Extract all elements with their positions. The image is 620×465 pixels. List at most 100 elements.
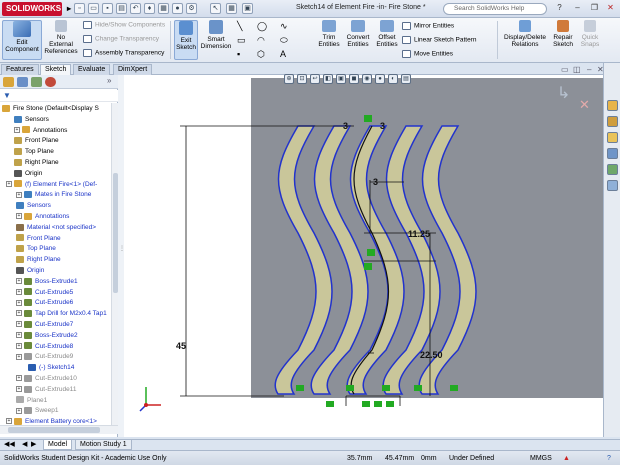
spline-tool-icon[interactable]: ∿: [280, 22, 288, 31]
line-tool-icon[interactable]: ╲: [237, 22, 242, 31]
appearances-icon[interactable]: [607, 164, 618, 175]
file-explorer-icon[interactable]: [607, 132, 618, 143]
resources-icon[interactable]: [607, 100, 618, 111]
convert-entities-button[interactable]: Convert Entities: [344, 20, 372, 48]
minimize-button[interactable]: –: [573, 3, 582, 13]
relation-marker[interactable]: [367, 249, 375, 256]
tree-item[interactable]: Front Plane: [14, 136, 59, 146]
assembly-transparency-button[interactable]: Assembly Transparency: [83, 49, 164, 58]
tree-item[interactable]: Sensors: [16, 201, 51, 211]
expand-icon[interactable]: +: [16, 332, 22, 339]
move-entities-button[interactable]: Move Entities: [402, 50, 453, 59]
relation-marker[interactable]: [364, 263, 372, 270]
expand-icon[interactable]: +: [16, 386, 22, 393]
display-delete-relations-button[interactable]: Display/Delete Relations: [502, 20, 548, 48]
tree-item[interactable]: + (f) Element Fire<1> (Def-: [6, 180, 97, 190]
tree-vertical-scrollbar[interactable]: [111, 103, 118, 425]
relation-marker[interactable]: [414, 385, 422, 391]
tree-item[interactable]: Top Plane: [14, 147, 54, 157]
polygon-tool-icon[interactable]: ⬡: [257, 50, 265, 59]
view-options-icon[interactable]: ▣: [242, 3, 253, 14]
expand-icon[interactable]: +: [16, 288, 22, 295]
tree-item[interactable]: + Cut-Extrude5: [16, 288, 73, 298]
smart-dimension-button[interactable]: Smart Dimension: [200, 20, 232, 50]
tile-view-icon[interactable]: ◫: [573, 65, 581, 74]
tree-item[interactable]: + Sweep1: [16, 406, 59, 416]
relation-marker[interactable]: [382, 385, 390, 391]
scroll-thumb[interactable]: [8, 427, 100, 433]
relation-marker[interactable]: [296, 385, 304, 391]
tree-item[interactable]: + Boss-Extrude1: [16, 277, 78, 287]
tree-item[interactable]: Material <not specified>: [16, 223, 96, 233]
expand-panel-icon[interactable]: »: [107, 76, 111, 85]
edit-component-button[interactable]: Edit Component: [2, 20, 42, 60]
expand-icon[interactable]: +: [16, 299, 22, 306]
relation-marker[interactable]: [450, 385, 458, 391]
offset-entities-button[interactable]: Offset Entities: [374, 20, 400, 48]
relation-marker[interactable]: [364, 115, 372, 122]
tree-item[interactable]: + Cut-Extrude6: [16, 298, 73, 308]
tab-motion-study[interactable]: Motion Study 1: [75, 440, 132, 450]
mirror-entities-button[interactable]: Mirror Entities: [402, 22, 454, 31]
rebuild-status-icon[interactable]: ▲: [563, 454, 570, 463]
dimension-mid-height[interactable]: 11.25: [408, 229, 430, 239]
tree-item[interactable]: Right Plane: [14, 158, 59, 168]
configuration-manager-icon[interactable]: [31, 77, 42, 87]
sketch-canvas[interactable]: 3 3 3 11.25 22.50 45: [124, 75, 603, 437]
tree-item[interactable]: Origin: [16, 266, 44, 276]
tab-sketch[interactable]: Sketch: [40, 64, 72, 75]
design-library-icon[interactable]: [607, 116, 618, 127]
relation-marker[interactable]: [386, 401, 394, 407]
view-palette-icon[interactable]: [607, 148, 618, 159]
menu-arrow-icon[interactable]: ▸: [67, 2, 71, 16]
property-manager-icon[interactable]: [17, 77, 28, 87]
tree-item[interactable]: + Cut-Extrude8: [16, 342, 73, 352]
tab-model[interactable]: Model: [43, 440, 73, 450]
tree-item[interactable]: + Element Battery core<1>: [6, 417, 97, 425]
undo-icon[interactable]: ↶: [130, 3, 141, 14]
tree-item[interactable]: + Tap Drill for M2x0.4 Tap1: [16, 309, 107, 319]
text-tool-icon[interactable]: A: [280, 50, 286, 59]
expand-icon[interactable]: +: [16, 278, 22, 285]
solidworks-logo[interactable]: SOLIDWORKS ▸: [2, 2, 71, 16]
expand-icon[interactable]: +: [16, 353, 22, 360]
file-properties-icon[interactable]: ▦: [158, 3, 169, 14]
tree-item[interactable]: Fire Stone (Default<Display S: [2, 104, 99, 114]
quick-snaps-button[interactable]: Quick Snaps: [578, 20, 602, 48]
restore-view-icon[interactable]: ▭: [561, 65, 569, 74]
expand-icon[interactable]: +: [16, 310, 22, 317]
custom-properties-icon[interactable]: [607, 180, 618, 191]
exit-sketch-button[interactable]: Exit Sketch: [174, 20, 198, 60]
restore-button[interactable]: ❐: [590, 3, 599, 13]
relation-marker[interactable]: [346, 385, 354, 391]
tree-item[interactable]: + Cut-Extrude11: [16, 385, 76, 395]
options-icon[interactable]: ⚙: [186, 3, 197, 14]
expand-icon[interactable]: +: [14, 126, 20, 133]
rectangle-tool-icon[interactable]: ▭: [237, 36, 246, 45]
tree-item[interactable]: + Cut-Extrude9: [16, 352, 73, 362]
new-document-icon[interactable]: ▫: [74, 3, 85, 14]
open-icon[interactable]: ▭: [88, 3, 99, 14]
help-status-icon[interactable]: ?: [607, 454, 611, 463]
first-tab-arrow-icon[interactable]: ◀◀: [4, 440, 15, 448]
relation-marker[interactable]: [326, 401, 334, 407]
point-tool-icon[interactable]: ▪: [237, 50, 240, 59]
trim-entities-button[interactable]: Trim Entities: [316, 20, 342, 48]
tree-item[interactable]: + Boss-Extrude2: [16, 331, 78, 341]
expand-icon[interactable]: +: [16, 375, 22, 382]
expand-icon[interactable]: +: [6, 180, 12, 187]
tree-item[interactable]: Front Plane: [16, 234, 61, 244]
prev-tab-arrow-icon[interactable]: ◀: [22, 440, 27, 448]
expand-icon[interactable]: +: [16, 191, 22, 198]
tree-item[interactable]: + Annotations: [14, 126, 67, 136]
graphics-minimize-icon[interactable]: –: [587, 65, 591, 74]
ellipse-tool-icon[interactable]: ⬭: [280, 36, 288, 45]
rebuild-icon[interactable]: ♦: [144, 3, 155, 14]
print-icon[interactable]: ▤: [116, 3, 127, 14]
expand-icon[interactable]: +: [16, 321, 22, 328]
dimension-top-right[interactable]: 3: [380, 121, 385, 131]
tree-item[interactable]: Origin: [14, 169, 42, 179]
next-tab-arrow-icon[interactable]: ▶: [31, 440, 36, 448]
tree-item[interactable]: (-) Sketch14: [28, 363, 74, 373]
linear-sketch-pattern-button[interactable]: Linear Sketch Pattern: [402, 36, 477, 45]
